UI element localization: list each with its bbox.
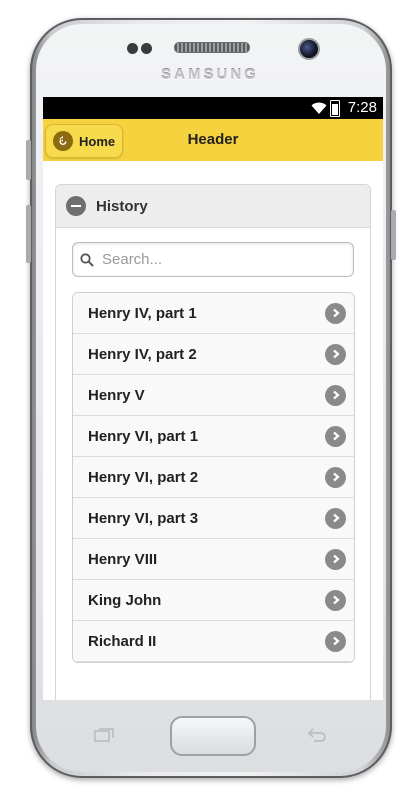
app-header: Home Header (43, 119, 383, 162)
list-item-label: Henry VIII (88, 550, 158, 568)
list-item-label: Henry VI, part 3 (88, 509, 199, 527)
volume-button-lower (26, 205, 31, 263)
list-item[interactable]: Henry VI, part 3 (73, 498, 354, 539)
collapsible-header[interactable]: History (56, 185, 370, 228)
list-item-label: Henry VI, part 2 (88, 468, 199, 486)
status-time: 7:28 (347, 99, 377, 116)
list-item[interactable]: Henry VIII (73, 539, 354, 580)
search-input[interactable] (100, 250, 344, 269)
chevron-right-icon (325, 507, 346, 529)
status-bar: 7:28 (43, 97, 383, 119)
power-button (391, 210, 396, 260)
list-item[interactable]: Richard II (73, 621, 354, 662)
earpiece-speaker (174, 42, 250, 53)
list-item-label: Richard II (88, 632, 157, 650)
chevron-right-icon (325, 630, 346, 652)
search-box (72, 242, 354, 277)
list-item-label: Henry VI, part 1 (88, 427, 199, 445)
wifi-icon (311, 102, 327, 114)
search-icon (80, 252, 94, 267)
page-title: Header (187, 131, 239, 148)
chevron-right-icon (325, 302, 346, 324)
chevron-right-icon (325, 343, 346, 365)
list-item-label: Henry IV, part 2 (88, 345, 197, 363)
list-item[interactable]: Henry V (73, 375, 354, 416)
list-item[interactable]: Henry VI, part 1 (73, 416, 354, 457)
list-item-label: Henry IV, part 1 (88, 304, 197, 322)
list-item[interactable]: Henry IV, part 1 (73, 293, 354, 334)
list-item[interactable]: Henry IV, part 2 (73, 334, 354, 375)
list-item-label: King John (88, 591, 162, 609)
screen: 7:28 Home Header History Search... Henry… (43, 97, 383, 700)
list-item[interactable]: King John (73, 580, 354, 621)
chevron-right-icon (325, 384, 346, 406)
front-camera (298, 38, 320, 60)
list-item-label: Henry V (88, 386, 145, 404)
chevron-right-icon (325, 425, 346, 447)
chevron-right-icon (325, 548, 346, 570)
chevron-right-icon (325, 589, 346, 611)
back-icon[interactable] (306, 728, 328, 742)
content-area: History Henry IV, part 1 Henry IV, part 2… (43, 161, 383, 700)
play-list: Henry IV, part 1 Henry IV, part 2 Henry V H… (72, 292, 355, 663)
brand-logo: SAMSUNG (161, 66, 259, 83)
sensors (127, 41, 155, 59)
chevron-right-icon (325, 466, 346, 488)
collapsible-title: History (96, 197, 148, 215)
recent-apps-icon[interactable] (94, 728, 114, 742)
history-collapsible: History Henry IV, part 1 Henry IV, part 2… (55, 184, 371, 700)
volume-button (26, 140, 31, 180)
battery-icon (330, 100, 340, 117)
list-item[interactable]: Henry VI, part 2 (73, 457, 354, 498)
minus-icon (66, 196, 86, 216)
home-hardware-button[interactable] (170, 716, 256, 756)
